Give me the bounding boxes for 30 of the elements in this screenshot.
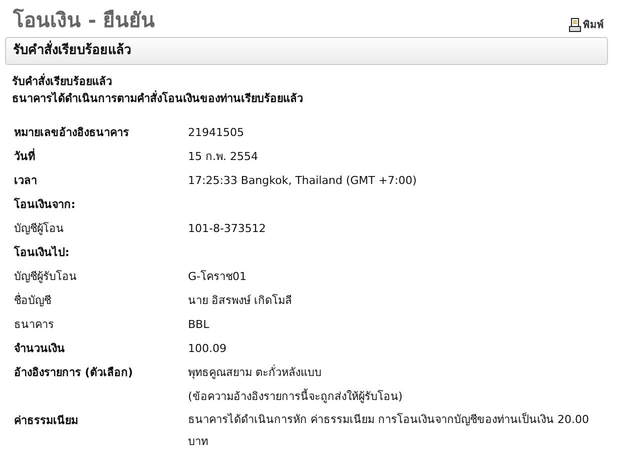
field-label: บัญชีผู้รับโอน [14,269,78,285]
field-value: 100.09 [188,341,228,357]
field-value: BBL [188,317,210,333]
section-heading: โอนเงินจาก: [14,196,76,213]
field-label: บัญชีผู้โอน [14,221,65,237]
field-label: เวลา [14,173,38,189]
panel-header: รับคำสั่งเรียบร้อยแล้ว [5,37,608,65]
print-link[interactable]: พิมพ์ [569,17,604,32]
field-label: ชื่อบัญชี [14,292,52,309]
field-label: วันที่ [14,147,36,165]
field-value: 101-8-373512 [188,221,267,237]
confirmation-message: ธนาคารได้ดำเนินการตามคำสั่งโอนเงินของท่านเรียบร้อยแล้ว [12,90,304,107]
field-label: อ้างอิงรายการ (ตัวเลือก) [14,365,134,381]
field-value: พุทธคูณสยาม ตะกั่วหลังแบบ [188,364,322,381]
field-value: G-โคราช01 [188,269,248,285]
field-label: หมายเลขอ้างอิงธนาคาร [14,125,130,141]
confirmation-message: รับคำสั่งเรียบร้อยแล้ว [12,73,113,90]
field-label: ธนาคาร [14,317,55,333]
section-heading: โอนเงินไป: [14,244,70,261]
printer-icon [569,18,581,32]
field-value: นาย อิสรพงษ์ เกิดโมลี [188,293,293,309]
field-value: ธนาคารได้ดำเนินการหัก ค่าธรรมเนียม การโอนเงินจากบัญชีของท่านเป็นเงิน 20.00 [188,411,590,428]
field-value: (ข้อความอ้างอิงรายการนี้จะถูกส่งให้ผู้รับโอน) [188,388,404,405]
field-label: ค่าธรรมเนียม [14,413,79,429]
field-label: จำนวนเงิน [14,341,66,357]
field-value: บาท [188,434,209,450]
field-value: 17:25:33 Bangkok, Thailand (GMT +7:00) [188,173,418,189]
field-value: 21941505 [188,125,245,141]
field-value: 15 ก.พ. 2554 [188,149,259,165]
page-title: โอนเงิน - ยืนยัน [13,7,156,34]
